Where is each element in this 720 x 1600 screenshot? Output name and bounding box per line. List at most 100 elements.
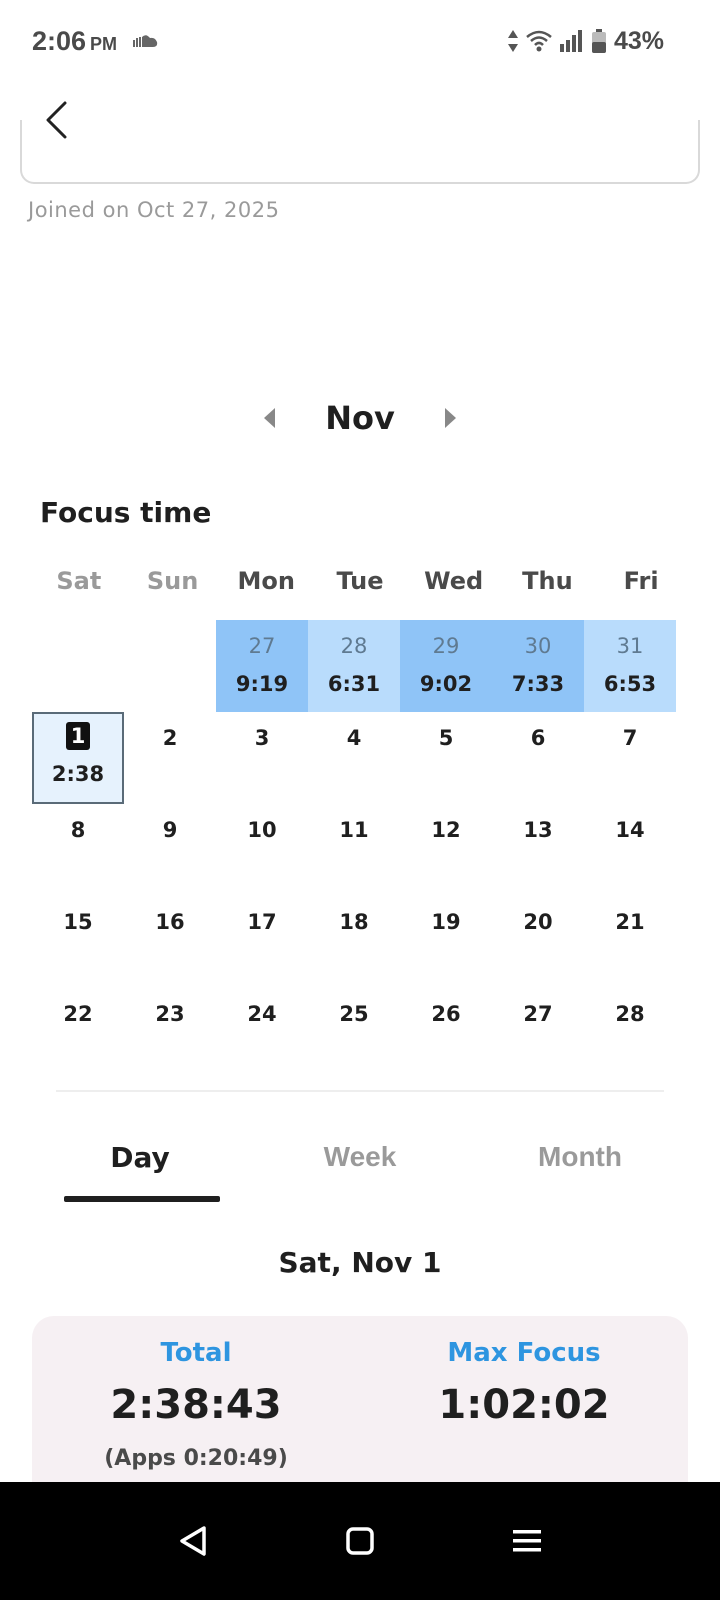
- next-month-button[interactable]: [420, 398, 480, 438]
- tab-week[interactable]: Week: [250, 1112, 470, 1202]
- focus-duration: 9:19: [235, 672, 289, 696]
- calendar-day[interactable]: 7: [584, 712, 676, 804]
- calendar-day[interactable]: 3: [216, 712, 308, 804]
- calendar-day[interactable]: 19: [400, 896, 492, 988]
- total-value: 2:38:43: [110, 1382, 282, 1428]
- calendar-day[interactable]: 13: [492, 804, 584, 896]
- calendar-day[interactable]: 22: [32, 988, 124, 1080]
- tab-label: Week: [323, 1141, 397, 1172]
- prev-month-button[interactable]: [240, 398, 300, 438]
- weekday-label: Sat: [56, 567, 102, 595]
- calendar-grid: 27 9:19 28 6:31 29 9:02 30 7:33 31 6:53 1 2:38 2 3 4 5 6…: [32, 620, 676, 1080]
- joined-date: Joined on Oct 27, 2025: [28, 198, 280, 222]
- calendar-day[interactable]: 9: [124, 804, 216, 896]
- calendar-day[interactable]: 14: [584, 804, 676, 896]
- day-number: 3: [254, 726, 270, 750]
- calendar-day[interactable]: 8: [32, 804, 124, 896]
- battery-icon: [591, 29, 606, 53]
- focus-duration: 9:02: [419, 672, 473, 696]
- home-square-icon: [346, 1527, 374, 1555]
- calendar-day[interactable]: 23: [124, 988, 216, 1080]
- weekday-label: Wed: [424, 567, 484, 595]
- calendar-day[interactable]: 2: [124, 712, 216, 804]
- day-number: 4: [346, 726, 362, 750]
- active-tab-indicator: [64, 1196, 220, 1202]
- day-number: 17: [247, 910, 277, 934]
- day-number: 9: [162, 818, 178, 842]
- calendar-day[interactable]: 10: [216, 804, 308, 896]
- calendar-day[interactable]: 30 7:33: [492, 620, 584, 712]
- calendar-day[interactable]: 5: [400, 712, 492, 804]
- divider: [56, 1090, 664, 1092]
- tab-day[interactable]: Day: [30, 1112, 250, 1202]
- calendar-empty-cell: [32, 620, 124, 712]
- calendar-day[interactable]: 16: [124, 896, 216, 988]
- focus-duration: 7:33: [511, 672, 565, 696]
- day-number: 16: [155, 910, 185, 934]
- day-number: 21: [615, 910, 645, 934]
- profile-card: [20, 120, 700, 184]
- weekday-label: Sun: [146, 567, 199, 595]
- day-number: 19: [431, 910, 461, 934]
- day-number: 14: [615, 818, 645, 842]
- day-number: 27: [523, 1002, 553, 1026]
- calendar-day[interactable]: 21: [584, 896, 676, 988]
- calendar-day[interactable]: 20: [492, 896, 584, 988]
- section-title: Focus time: [40, 496, 212, 529]
- month-label: Nov: [325, 399, 395, 437]
- calendar-day[interactable]: 26: [400, 988, 492, 1080]
- day-number: 13: [523, 818, 553, 842]
- day-number: 28: [340, 634, 368, 658]
- day-number: 22: [63, 1002, 93, 1026]
- day-number: 7: [622, 726, 638, 750]
- calendar-day[interactable]: 28 6:31: [308, 620, 400, 712]
- calendar-day[interactable]: 29 9:02: [400, 620, 492, 712]
- nav-back-button[interactable]: [163, 1511, 223, 1571]
- nav-menu-button[interactable]: [497, 1511, 557, 1571]
- calendar-day[interactable]: 15: [32, 896, 124, 988]
- tab-label: Day: [110, 1140, 170, 1174]
- calendar-day[interactable]: 27: [492, 988, 584, 1080]
- calendar-day[interactable]: 25: [308, 988, 400, 1080]
- status-left: 2:06 PM: [32, 26, 159, 57]
- day-number: 15: [63, 910, 93, 934]
- calendar-day[interactable]: 6: [492, 712, 584, 804]
- system-nav-bar: [0, 1482, 720, 1600]
- calendar-day[interactable]: 31 6:53: [584, 620, 676, 712]
- weekday-label: Tue: [336, 567, 384, 595]
- calendar-day[interactable]: 4: [308, 712, 400, 804]
- focus-duration: 6:31: [327, 672, 381, 696]
- tab-month[interactable]: Month: [470, 1112, 690, 1202]
- calendar-day[interactable]: 11: [308, 804, 400, 896]
- focus-calendar: Sat Sun Mon Tue Wed Thu Fri 27 9:19 28 6:31 29 9:02…: [32, 558, 688, 1080]
- max-focus-label: Max Focus: [447, 1338, 601, 1368]
- focus-duration: 6:53: [603, 672, 657, 696]
- day-number: 5: [438, 726, 454, 750]
- calendar-day[interactable]: 18: [308, 896, 400, 988]
- day-number: 29: [432, 634, 460, 658]
- triangle-right-icon: [445, 408, 456, 428]
- selected-date: Sat, Nov 1: [278, 1246, 442, 1279]
- calendar-empty-cell: [124, 620, 216, 712]
- apps-time: (Apps 0:20:49): [104, 1446, 288, 1471]
- focus-duration: 2:38: [51, 762, 105, 786]
- calendar-day[interactable]: 12: [400, 804, 492, 896]
- battery-percent: 43%: [613, 26, 664, 55]
- day-number: 27: [248, 634, 276, 658]
- nav-home-button[interactable]: [330, 1511, 390, 1571]
- clock: 2:06 PM: [32, 25, 118, 56]
- total-label: Total: [160, 1338, 232, 1368]
- signal-icon: [559, 30, 582, 52]
- calendar-day[interactable]: 28: [584, 988, 676, 1080]
- max-focus-value: 1:02:02: [438, 1382, 610, 1428]
- calendar-day[interactable]: 17: [216, 896, 308, 988]
- weekday-header: Sat Sun Mon Tue Wed Thu Fri: [32, 558, 688, 604]
- day-number: 1: [66, 722, 90, 750]
- calendar-day[interactable]: 24: [216, 988, 308, 1080]
- calendar-day[interactable]: 27 9:19: [216, 620, 308, 712]
- data-arrows-icon: [507, 30, 518, 52]
- period-tabs: Day Week Month: [30, 1112, 690, 1202]
- calendar-day[interactable]: 1 2:38: [32, 712, 124, 804]
- day-number: 2: [162, 726, 178, 750]
- weekday-label: Mon: [237, 567, 296, 595]
